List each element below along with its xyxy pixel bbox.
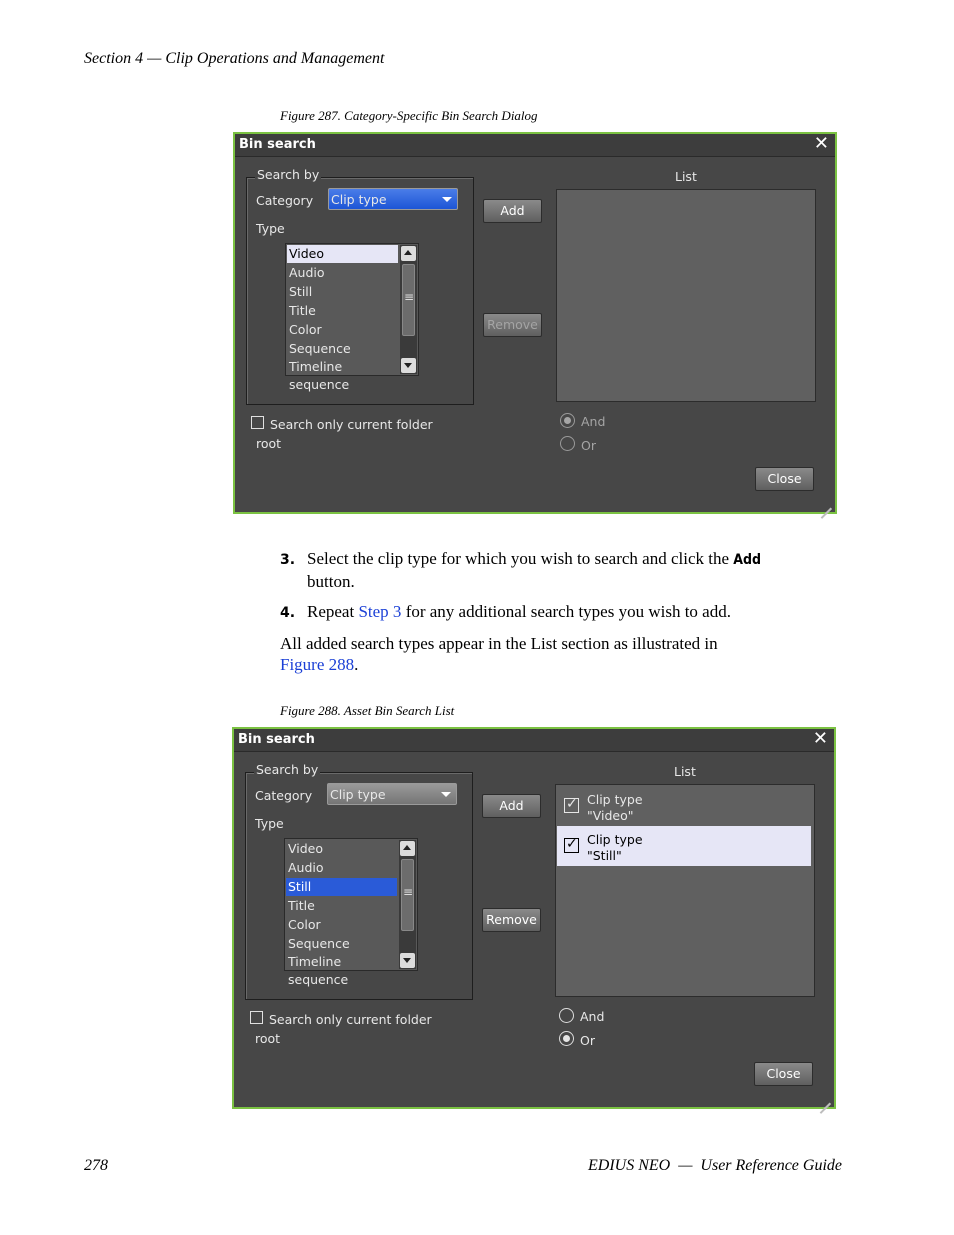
close-icon[interactable]: ✕: [814, 133, 829, 154]
type-label: Type: [255, 816, 284, 831]
and-radio[interactable]: [560, 413, 575, 428]
search-list-panel[interactable]: [556, 189, 816, 402]
type-listbox[interactable]: Video Audio Still Title Color Sequence T…: [285, 243, 419, 392]
type-item-video[interactable]: Video: [286, 840, 397, 858]
paragraph: All added search types appear in the Lis…: [280, 633, 820, 675]
type-item-still[interactable]: Still: [287, 283, 398, 301]
scroll-down-icon[interactable]: [401, 358, 416, 373]
type-item-title[interactable]: Title: [286, 897, 397, 915]
checkbox-checked-icon[interactable]: [564, 796, 579, 813]
step-3-text-end: button.: [307, 572, 355, 591]
or-radio[interactable]: [560, 436, 575, 451]
footer-title: EDIUS NEO — User Reference Guide: [587, 1157, 842, 1174]
search-by-legend: Search by: [254, 762, 321, 777]
type-item-video[interactable]: Video: [287, 245, 398, 263]
paragraph-end: .: [354, 655, 359, 674]
list-label: List: [675, 169, 697, 184]
add-button[interactable]: Add: [483, 199, 542, 223]
type-scrollbar[interactable]: [399, 840, 416, 969]
chevron-down-icon: [442, 197, 452, 202]
add-keyword: Add: [733, 552, 762, 568]
type-label: Type: [256, 221, 285, 236]
dialog-titlebar: Bin search ✕: [235, 133, 835, 157]
figure-288-caption: Figure 288. Asset Bin Search List: [280, 703, 455, 718]
list-item[interactable]: Clip type "Still": [557, 826, 811, 866]
type-item-color[interactable]: Color: [286, 916, 397, 934]
step-4-text: Repeat: [307, 602, 359, 621]
list-item-line2: "Video": [587, 808, 634, 823]
or-radio[interactable]: [559, 1031, 574, 1046]
step-4: 4. Repeat Step 3 for any additional sear…: [280, 601, 820, 624]
bin-search-dialog-1: Bin search ✕ Search by Category Clip typ…: [233, 132, 837, 514]
type-item-title[interactable]: Title: [287, 302, 398, 320]
scroll-thumb[interactable]: [402, 264, 415, 336]
type-item-sequence[interactable]: Sequence: [286, 935, 397, 953]
scroll-up-icon[interactable]: [400, 841, 415, 856]
category-value: Clip type: [330, 787, 386, 802]
search-list-panel[interactable]: Clip type "Video" Clip type "Still": [555, 784, 815, 997]
add-button[interactable]: Add: [482, 794, 541, 818]
step-4-number: 4.: [280, 605, 296, 621]
close-button[interactable]: Close: [754, 1062, 813, 1086]
chevron-down-icon: [441, 792, 451, 797]
close-icon[interactable]: ✕: [813, 728, 828, 749]
and-radio[interactable]: [559, 1008, 574, 1023]
type-listbox[interactable]: Video Audio Still Title Color Sequence T…: [284, 838, 418, 987]
type-item-color[interactable]: Color: [287, 321, 398, 339]
category-label: Category: [256, 193, 314, 208]
or-label: Or: [581, 438, 596, 453]
list-item[interactable]: Clip type "Video": [557, 786, 811, 826]
page-number: 278: [84, 1157, 108, 1174]
type-item-timeline-sequence[interactable]: Timeline sequence: [287, 358, 398, 392]
search-current-folder-label: Search only current folder: [269, 1012, 432, 1027]
figure-288-link[interactable]: Figure 288: [280, 655, 354, 674]
list-item-line1: Clip type: [587, 792, 643, 807]
type-item-audio[interactable]: Audio: [286, 859, 397, 877]
search-current-folder-label: Search only current folder: [270, 417, 433, 432]
step-3-link[interactable]: Step 3: [358, 602, 401, 621]
resize-grip-icon[interactable]: [818, 495, 832, 509]
type-scrollbar[interactable]: [400, 245, 417, 374]
figure-287-caption: Figure 287. Category-Specific Bin Search…: [280, 108, 538, 123]
section-header: Section 4 — Clip Operations and Manageme…: [84, 50, 385, 67]
or-label: Or: [580, 1033, 595, 1048]
type-item-still[interactable]: Still: [286, 878, 397, 896]
remove-button[interactable]: Remove: [483, 313, 542, 337]
paragraph-text: All added search types appear in the Lis…: [280, 634, 718, 653]
type-item-audio[interactable]: Audio: [287, 264, 398, 282]
resize-grip-icon[interactable]: [817, 1090, 831, 1104]
category-dropdown[interactable]: Clip type: [328, 188, 458, 210]
type-item-timeline-sequence[interactable]: Timeline sequence: [286, 953, 397, 987]
scroll-up-icon[interactable]: [401, 246, 416, 261]
category-value: Clip type: [331, 192, 387, 207]
search-current-folder-checkbox[interactable]: [250, 1011, 263, 1024]
list-item-line2: "Still": [587, 848, 622, 863]
search-current-folder-checkbox[interactable]: [251, 416, 264, 429]
and-label: And: [581, 414, 606, 429]
dialog-titlebar: Bin search ✕: [234, 728, 834, 752]
search-by-legend: Search by: [255, 167, 322, 182]
list-item-line1: Clip type: [587, 832, 643, 847]
list-label: List: [674, 764, 696, 779]
folder-path: root: [255, 1031, 281, 1046]
folder-path: root: [256, 436, 282, 451]
step-4-text-end: for any additional search types you wish…: [401, 602, 731, 621]
bin-search-dialog-2: Bin search ✕ Search by Category Clip typ…: [232, 727, 836, 1109]
scroll-thumb[interactable]: [401, 859, 414, 931]
close-button[interactable]: Close: [755, 467, 814, 491]
dialog-title: Bin search: [239, 137, 316, 152]
step-3-text: Select the clip type for which you wish …: [307, 549, 734, 568]
step-3-number: 3.: [280, 552, 296, 568]
remove-button[interactable]: Remove: [482, 908, 541, 932]
step-3: 3. Select the clip type for which you wi…: [280, 548, 820, 591]
dialog-title: Bin search: [238, 732, 315, 747]
type-item-sequence[interactable]: Sequence: [287, 340, 398, 358]
and-label: And: [580, 1009, 605, 1024]
checkbox-checked-icon[interactable]: [564, 836, 579, 853]
category-label: Category: [255, 788, 313, 803]
scroll-down-icon[interactable]: [400, 953, 415, 968]
category-dropdown[interactable]: Clip type: [327, 783, 457, 805]
